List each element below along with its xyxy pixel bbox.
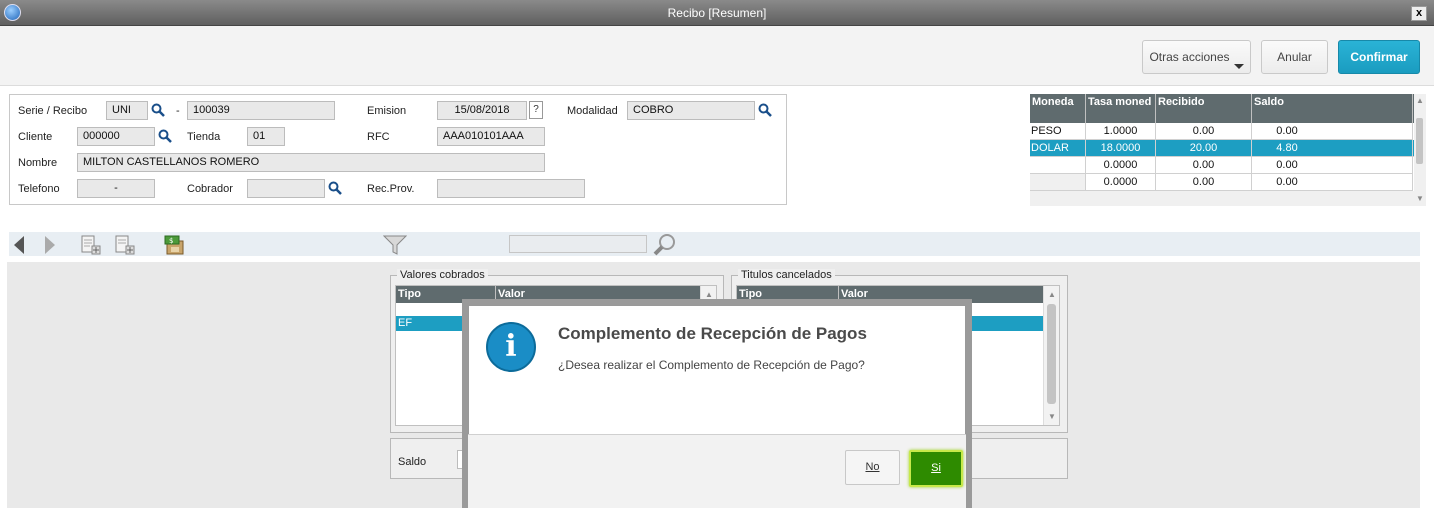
table-cell[interactable]: [1030, 157, 1086, 174]
cobrador-field[interactable]: [247, 179, 325, 198]
table-cell[interactable]: 0.00: [1156, 174, 1252, 191]
dialog-message: ¿Desea realizar el Complemento de Recepc…: [558, 358, 865, 372]
table-cell[interactable]: DOLAR: [1030, 140, 1086, 157]
grid-scrollbar[interactable]: ▲ ▼: [1043, 286, 1059, 425]
grid-scrollbar[interactable]: ▲ ▼: [1414, 94, 1426, 206]
title-bar: Recibo [Resumen] x: [0, 0, 1434, 26]
tienda-label: Tienda: [187, 131, 221, 143]
telefono-label: Telefono: [18, 183, 60, 195]
table-cell[interactable]: 0.0000: [1086, 174, 1156, 191]
search-icon[interactable]: [758, 103, 772, 117]
grid-search-input[interactable]: [509, 235, 647, 253]
valores-cobrados-title: Valores cobrados: [397, 269, 488, 281]
help-button[interactable]: ?: [529, 101, 543, 119]
cliente-field[interactable]: 000000: [77, 127, 155, 146]
table-cell[interactable]: 4.80: [1252, 140, 1413, 157]
add-item-icon[interactable]: [113, 234, 135, 256]
no-button[interactable]: No: [845, 450, 900, 485]
confirmar-button[interactable]: Confirmar: [1338, 40, 1420, 74]
emision-label: Emision: [367, 105, 407, 117]
dash-separator: -: [176, 105, 180, 117]
anular-button[interactable]: Anular: [1261, 40, 1328, 74]
cobrador-label: Cobrador: [187, 183, 233, 195]
dialog-title: Complemento de Recepción de Pagos: [558, 324, 867, 343]
next-icon[interactable]: [44, 235, 56, 255]
nav-strip: [9, 232, 1420, 256]
tienda-field[interactable]: 01: [247, 127, 285, 146]
emision-field[interactable]: 15/08/2018: [437, 101, 527, 120]
cliente-label: Cliente: [18, 131, 53, 143]
scroll-up-icon[interactable]: ▲: [1048, 290, 1056, 299]
table-cell[interactable]: 20.00: [1156, 140, 1252, 157]
titulos-cancelados-title: Titulos cancelados: [738, 269, 835, 281]
modalidad-label: Modalidad: [567, 105, 618, 117]
scroll-up-icon[interactable]: ▲: [1416, 96, 1424, 105]
table-cell[interactable]: 1.0000: [1086, 123, 1156, 140]
recprov-label: Rec.Prov.: [367, 183, 415, 195]
table-cell[interactable]: 0.00: [1252, 123, 1413, 140]
grid-header: Tasa moned: [1086, 94, 1156, 123]
telefono-field[interactable]: -: [77, 179, 155, 198]
table-cell[interactable]: [1030, 174, 1086, 191]
chevron-down-icon: [1234, 64, 1244, 69]
table-cell[interactable]: 0.00: [1252, 174, 1413, 191]
search-icon[interactable]: [158, 129, 172, 143]
recibo-field[interactable]: 100039: [187, 101, 335, 120]
search-icon[interactable]: [652, 233, 678, 257]
serie-field[interactable]: UNI: [106, 101, 148, 120]
table-cell[interactable]: 0.0000: [1086, 157, 1156, 174]
grid-header: Moneda: [1030, 94, 1086, 123]
grid-empty-area: [1030, 191, 1422, 206]
serie-label: Serie / Recibo: [18, 105, 88, 117]
nombre-label: Nombre: [18, 157, 58, 169]
window-title: Recibo [Resumen]: [667, 6, 767, 20]
grid-header: Recibido: [1156, 94, 1252, 123]
nombre-field[interactable]: MILTON CASTELLANOS ROMERO: [77, 153, 545, 172]
rfc-label: RFC: [367, 131, 390, 143]
scroll-thumb[interactable]: [1416, 118, 1423, 164]
scroll-down-icon[interactable]: ▼: [1416, 194, 1424, 203]
table-cell[interactable]: 0.00: [1156, 157, 1252, 174]
recprov-field[interactable]: [437, 179, 585, 198]
search-icon[interactable]: [151, 103, 165, 117]
money-icon[interactable]: $: [163, 233, 187, 257]
close-button[interactable]: x: [1411, 6, 1427, 21]
table-cell[interactable]: 0.00: [1252, 157, 1413, 174]
rfc-field[interactable]: AAA010101AAA: [437, 127, 545, 146]
search-icon[interactable]: [328, 181, 342, 195]
info-icon: i: [486, 322, 536, 372]
grid-header: Saldo: [1252, 94, 1413, 123]
previous-icon[interactable]: [13, 235, 25, 255]
modalidad-field[interactable]: COBRO: [627, 101, 755, 120]
add-document-icon[interactable]: [79, 234, 101, 256]
scroll-up-icon[interactable]: ▲: [705, 290, 713, 299]
otras-acciones-button[interactable]: Otras acciones: [1142, 40, 1251, 74]
currency-grid: Moneda Tasa moned Recibido Saldo PESO 1.…: [1030, 94, 1422, 206]
table-cell[interactable]: PESO: [1030, 123, 1086, 140]
scroll-down-icon[interactable]: ▼: [1048, 412, 1056, 421]
table-cell[interactable]: 18.0000: [1086, 140, 1156, 157]
svg-text:$: $: [169, 237, 173, 245]
filter-icon[interactable]: [383, 234, 407, 256]
otras-acciones-label: Otras acciones: [1149, 50, 1230, 64]
scroll-thumb[interactable]: [1047, 304, 1056, 404]
saldo-label: Saldo: [398, 456, 427, 468]
si-button[interactable]: Si: [909, 450, 963, 487]
table-cell[interactable]: 0.00: [1156, 123, 1252, 140]
table-cell: EF: [398, 317, 413, 329]
